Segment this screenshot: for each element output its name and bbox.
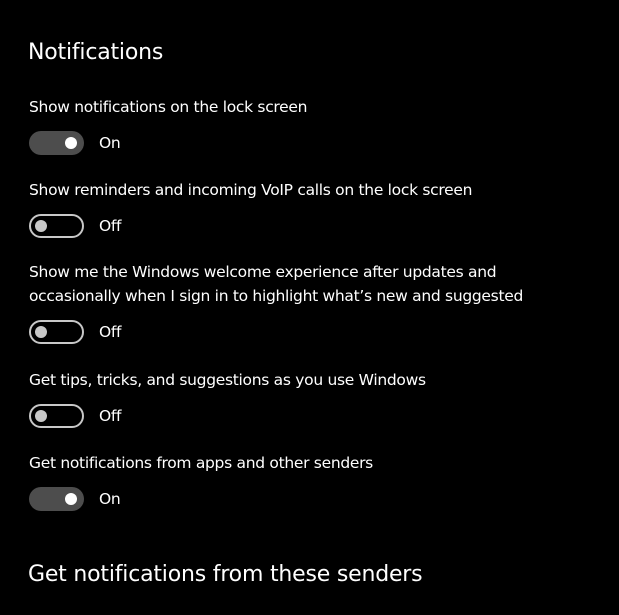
toggle-row: On <box>29 131 307 155</box>
setting-app-notifications: Get notifications from apps and other se… <box>29 451 373 511</box>
setting-label: Get tips, tricks, and suggestions as you… <box>29 371 426 389</box>
toggle-state-label: Off <box>99 217 122 235</box>
toggle-state-label: On <box>99 134 121 152</box>
toggle-row: Off <box>29 320 523 344</box>
setting-label-line-2: occasionally when I sign in to highlight… <box>29 287 523 305</box>
toggle-row: On <box>29 487 373 511</box>
senders-section-title: Get notifications from these senders <box>28 562 423 587</box>
setting-tips-tricks-suggestions: Get tips, tricks, and suggestions as you… <box>29 368 426 428</box>
app-notifications-toggle[interactable] <box>29 487 84 511</box>
toggle-knob <box>35 410 47 422</box>
setting-label: Get notifications from apps and other se… <box>29 454 373 472</box>
setting-label: Show notifications on the lock screen <box>29 98 308 116</box>
toggle-state-label: Off <box>99 323 122 341</box>
setting-windows-welcome-experience: Show me the Windows welcome experience a… <box>29 260 523 344</box>
page-title: Notifications <box>28 40 164 65</box>
toggle-row: Off <box>29 214 472 238</box>
toggle-knob <box>35 220 47 232</box>
toggle-knob <box>65 493 77 505</box>
setting-lock-screen-notifications: Show notifications on the lock screen On <box>29 95 307 155</box>
setting-label-line-1: Show me the Windows welcome experience a… <box>29 263 497 281</box>
toggle-row: Off <box>29 404 426 428</box>
toggle-knob <box>35 326 47 338</box>
tips-tricks-toggle[interactable] <box>29 404 84 428</box>
setting-reminders-voip-lock-screen: Show reminders and incoming VoIP calls o… <box>29 178 472 238</box>
setting-label: Show reminders and incoming VoIP calls o… <box>29 181 473 199</box>
toggle-state-label: On <box>99 490 121 508</box>
welcome-experience-toggle[interactable] <box>29 320 84 344</box>
toggle-state-label: Off <box>99 407 122 425</box>
toggle-knob <box>65 137 77 149</box>
lock-screen-notifications-toggle[interactable] <box>29 131 84 155</box>
reminders-voip-toggle[interactable] <box>29 214 84 238</box>
